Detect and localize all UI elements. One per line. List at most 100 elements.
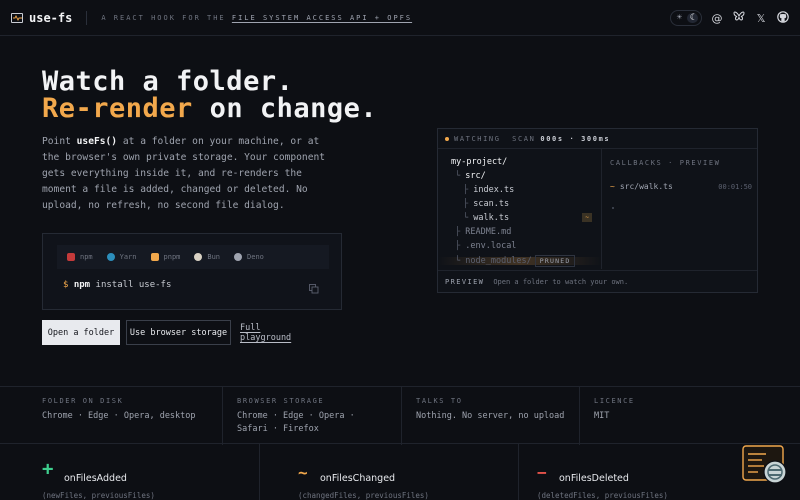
pruned-badge: PRUNED: [534, 255, 576, 267]
card-divider: [259, 444, 260, 500]
tree-branch: └: [455, 256, 461, 266]
minus-icon: −: [537, 463, 547, 482]
feature-label: FOLDER ON DISK: [42, 397, 124, 405]
hero-title: Watch a folder. Re-render on change.: [42, 68, 377, 122]
npm-icon: [67, 253, 75, 261]
hero-description: Point useFs() at a folder on your machin…: [42, 134, 342, 214]
plus-icon: +: [42, 458, 54, 480]
tree-branch: ├: [463, 199, 469, 209]
tree-item-env[interactable]: ├ .env.local: [455, 241, 516, 251]
callback-cards: + onFilesAdded (newFiles, previousFiles)…: [0, 444, 800, 500]
callback-name: onFilesDeleted: [559, 473, 629, 484]
brand-name: use-fs: [29, 10, 73, 25]
tab-label: npm: [80, 253, 93, 261]
browser-storage-button[interactable]: Use browser storage: [126, 320, 231, 345]
status-dot-icon: [445, 136, 449, 141]
feature-value: MIT: [594, 411, 610, 421]
install-command: $ npm install use-fs: [63, 280, 171, 290]
tree-branch: └: [455, 171, 461, 181]
changed-icon: ~: [610, 182, 615, 191]
tab-yarn[interactable]: Yarn: [106, 253, 137, 261]
column-divider: [222, 387, 223, 445]
playground-link[interactable]: Full playground: [240, 320, 306, 345]
tagline-text: A REACT HOOK FOR THE: [101, 13, 232, 22]
column-divider: [579, 387, 580, 445]
tree-branch: ├: [463, 185, 469, 195]
butterfly-icon[interactable]: [732, 11, 746, 25]
tree-label: scan.ts: [473, 199, 510, 209]
chat-assistant-button[interactable]: [742, 445, 790, 487]
tab-label: Deno: [247, 253, 264, 261]
tab-deno[interactable]: Deno: [234, 253, 264, 261]
feature-value: Chrome · Edge · Opera, desktop: [42, 411, 196, 421]
feature-label: LICENCE: [594, 397, 635, 405]
tagline: A REACT HOOK FOR THE FILE SYSTEM ACCESS …: [101, 14, 412, 22]
github-icon[interactable]: [776, 10, 790, 26]
tree-item-scan[interactable]: ├ scan.ts: [463, 199, 509, 209]
brand[interactable]: use-fs: [11, 11, 72, 25]
pnpm-icon: [150, 253, 159, 261]
tree-label: node_modules/: [465, 256, 532, 266]
event-path: src/walk.ts: [619, 182, 673, 191]
header-divider: [86, 10, 88, 25]
scan-label: SCAN: [512, 134, 536, 143]
tree-item-src[interactable]: └ src/: [455, 171, 486, 181]
card-divider: [518, 444, 519, 500]
cursor-dot: [612, 207, 614, 209]
watcher-footer: PREVIEW Open a folder to watch your own.: [438, 270, 757, 292]
package-manager-tabs: npm Yarn pnpm Bun Deno: [57, 245, 329, 269]
event-row: ~ src/walk.ts 00:01:50: [610, 182, 752, 191]
tab-bun[interactable]: Bun: [194, 253, 220, 261]
copy-icon[interactable]: [309, 279, 319, 294]
callbacks-preview-heading: CALLBACKS · PREVIEW: [610, 159, 721, 167]
feature-value: Nothing. No server, no upload: [416, 411, 565, 421]
at-icon[interactable]: @: [710, 12, 724, 25]
tilde-icon: ~: [298, 463, 308, 482]
callback-signature: (changedFiles, previousFiles): [298, 491, 429, 500]
tree-item-walk[interactable]: └ walk.ts: [463, 213, 509, 223]
install-args: install use-fs: [90, 280, 172, 290]
desc-post: at a folder on your machine, or at the b…: [42, 136, 326, 211]
tab-label: Bun: [207, 253, 221, 261]
open-folder-button[interactable]: Open a folder: [42, 320, 120, 345]
tree-item-root[interactable]: my-project/: [451, 157, 507, 167]
hero-line-2: Re-render on change.: [42, 95, 377, 122]
bun-icon: [194, 253, 203, 261]
tree-item-index[interactable]: ├ index.ts: [463, 185, 514, 195]
feature-label: BROWSER STORAGE: [237, 397, 325, 405]
tree-branch: ├: [455, 227, 461, 237]
tree-item-readme[interactable]: ├ README.md: [455, 227, 511, 237]
feature-value-line: Safari · Firefox: [237, 424, 319, 434]
sun-icon[interactable]: ☀: [674, 13, 685, 23]
scan-value: 000s · 300ms: [540, 134, 611, 143]
tab-label: Yarn: [119, 253, 137, 261]
x-icon[interactable]: 𝕏: [754, 12, 768, 25]
desc-code: useFs(): [76, 136, 118, 147]
moon-icon[interactable]: ☾: [687, 13, 698, 23]
yarn-icon: [106, 253, 115, 261]
preview-label: PREVIEW: [445, 277, 485, 286]
tree-label: README.md: [465, 227, 512, 237]
install-pkg: npm: [73, 280, 91, 290]
callback-signature: (newFiles, previousFiles): [42, 491, 155, 500]
prompt-symbol: $: [63, 280, 69, 290]
event-time: 00:01:50: [718, 182, 752, 191]
top-bar: use-fs A REACT HOOK FOR THE FILE SYSTEM …: [0, 0, 800, 36]
hero-line-2-rest: on change.: [192, 93, 378, 124]
tree-branch: └: [463, 213, 469, 223]
preview-hint: Open a folder to watch your own.: [493, 277, 629, 286]
theme-toggle[interactable]: ☀ ☾: [670, 10, 702, 26]
pulse-logo-icon: [11, 12, 23, 23]
tagline-link[interactable]: FILE SYSTEM ACCESS API + OPFS: [232, 14, 412, 22]
tab-npm[interactable]: npm: [67, 253, 93, 261]
desc-pre: Point: [42, 136, 77, 147]
callback-name: onFilesAdded: [64, 473, 127, 484]
callback-name: onFilesChanged: [320, 473, 396, 484]
feature-value-line: Chrome · Edge · Opera ·: [237, 411, 355, 421]
tree-label: src/: [465, 171, 486, 181]
tab-pnpm[interactable]: pnpm: [150, 253, 180, 261]
tree-item-node-modules[interactable]: └ node_modules/PRUNED: [455, 255, 576, 267]
watcher-header: WATCHING SCAN 000s · 300ms: [438, 129, 757, 149]
install-box: npm Yarn pnpm Bun Deno $ npm install use…: [42, 233, 342, 310]
deno-icon: [234, 253, 243, 261]
